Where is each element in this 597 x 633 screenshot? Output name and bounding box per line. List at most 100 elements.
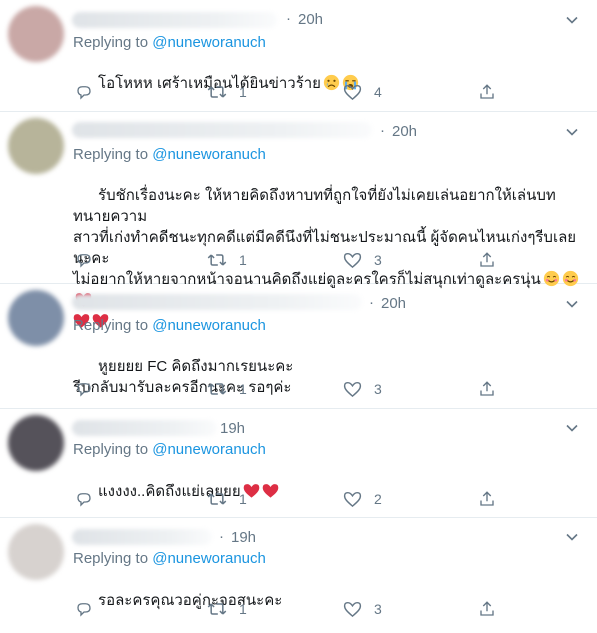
heart-icon bbox=[343, 381, 362, 398]
replying-to-label: Replying to bbox=[73, 550, 149, 567]
avatar[interactable] bbox=[8, 415, 64, 471]
retweet-count: 1 bbox=[239, 252, 247, 268]
replying-to: Replying to @nuneworanuch bbox=[73, 441, 266, 458]
tweet[interactable]: · 20h Replying to @nuneworanuch รับชักเร… bbox=[0, 112, 597, 328]
blurred-username[interactable] bbox=[72, 529, 212, 545]
replying-to: Replying to @nuneworanuch bbox=[73, 146, 266, 163]
chevron-down-icon[interactable] bbox=[565, 421, 579, 435]
like-button[interactable]: 2 bbox=[343, 490, 382, 508]
like-button[interactable]: 3 bbox=[343, 380, 382, 398]
reply-handle-link[interactable]: @nuneworanuch bbox=[152, 34, 266, 51]
like-button[interactable]: 4 bbox=[343, 83, 382, 101]
reply-icon bbox=[77, 86, 91, 100]
like-button[interactable]: 3 bbox=[343, 251, 382, 269]
blurred-username[interactable] bbox=[72, 122, 372, 138]
share-icon bbox=[480, 381, 494, 396]
separator-dot: · bbox=[380, 122, 385, 139]
chevron-down-icon[interactable] bbox=[565, 125, 579, 139]
retweet-count: 1 bbox=[239, 491, 247, 507]
replying-to-label: Replying to bbox=[73, 34, 149, 51]
blurred-username[interactable] bbox=[72, 12, 277, 28]
tweet-actions: 1 2 bbox=[73, 490, 523, 510]
replying-to: Replying to @nuneworanuch bbox=[73, 34, 266, 51]
timestamp[interactable]: 20h bbox=[298, 11, 323, 28]
tweet-text: หูยยยย FC คิดถึงมากเรยนะคะ รีบกลับมารับล… bbox=[73, 335, 583, 419]
reply-button[interactable] bbox=[75, 600, 105, 618]
replying-to-label: Replying to bbox=[73, 441, 149, 458]
tweet-actions: 1 3 bbox=[73, 380, 523, 400]
like-button[interactable]: 3 bbox=[343, 600, 382, 618]
share-button[interactable] bbox=[478, 83, 496, 101]
avatar[interactable] bbox=[8, 6, 64, 62]
like-count: 3 bbox=[374, 601, 382, 617]
retweet-button[interactable]: 1 bbox=[207, 490, 247, 508]
separator-dot: · bbox=[219, 528, 224, 545]
replying-to: Replying to @nuneworanuch bbox=[73, 317, 266, 334]
chevron-down-icon[interactable] bbox=[565, 297, 579, 311]
reply-feed: · 20h Replying to @nuneworanuch โอโหหห เ… bbox=[0, 0, 597, 633]
like-count: 3 bbox=[374, 252, 382, 268]
reply-button[interactable] bbox=[75, 251, 105, 269]
share-button[interactable] bbox=[478, 600, 496, 618]
reply-button[interactable] bbox=[75, 83, 105, 101]
heart-icon bbox=[343, 84, 362, 101]
timestamp[interactable]: 20h bbox=[381, 295, 406, 312]
like-count: 2 bbox=[374, 491, 382, 507]
retweet-icon bbox=[207, 493, 227, 505]
retweet-count: 1 bbox=[239, 381, 247, 397]
timestamp[interactable]: 19h bbox=[220, 420, 245, 437]
tweet-text-body: รับชักเรื่องนะคะ ให้หายคิดถึงหาบทที่ถูกใ… bbox=[73, 187, 577, 288]
reply-handle-link[interactable]: @nuneworanuch bbox=[152, 441, 266, 458]
avatar[interactable] bbox=[8, 118, 64, 174]
reply-button[interactable] bbox=[75, 380, 105, 398]
replying-to-label: Replying to bbox=[73, 317, 149, 334]
reply-button[interactable] bbox=[75, 490, 105, 508]
like-count: 4 bbox=[374, 84, 382, 100]
like-count: 3 bbox=[374, 381, 382, 397]
retweet-button[interactable]: 1 bbox=[207, 83, 247, 101]
reply-icon bbox=[77, 493, 91, 507]
share-icon bbox=[480, 491, 494, 506]
share-icon bbox=[480, 252, 494, 267]
share-button[interactable] bbox=[478, 251, 496, 269]
retweet-button[interactable]: 1 bbox=[207, 380, 247, 398]
timestamp[interactable]: 19h bbox=[231, 529, 256, 546]
timestamp[interactable]: 20h bbox=[392, 123, 417, 140]
avatar[interactable] bbox=[8, 524, 64, 580]
tweet-actions: 1 4 bbox=[73, 83, 523, 103]
replying-to-label: Replying to bbox=[73, 146, 149, 163]
share-icon bbox=[480, 84, 494, 99]
retweet-icon bbox=[207, 86, 227, 98]
retweet-count: 1 bbox=[239, 84, 247, 100]
retweet-icon bbox=[207, 254, 227, 266]
share-button[interactable] bbox=[478, 490, 496, 508]
heart-icon bbox=[343, 601, 362, 618]
separator-dot: · bbox=[369, 294, 374, 311]
reply-handle-link[interactable]: @nuneworanuch bbox=[152, 317, 266, 334]
tweet[interactable]: · 20h Replying to @nuneworanuch โอโหหห เ… bbox=[0, 0, 597, 112]
reply-handle-link[interactable]: @nuneworanuch bbox=[152, 146, 266, 163]
retweet-icon bbox=[207, 603, 227, 615]
heart-icon bbox=[343, 491, 362, 508]
share-icon bbox=[480, 601, 494, 616]
reply-handle-link[interactable]: @nuneworanuch bbox=[152, 550, 266, 567]
chevron-down-icon[interactable] bbox=[565, 13, 579, 27]
reply-icon bbox=[77, 383, 91, 397]
reply-icon bbox=[77, 254, 91, 268]
share-button[interactable] bbox=[478, 380, 496, 398]
separator-dot: · bbox=[286, 10, 291, 27]
retweet-count: 1 bbox=[239, 601, 247, 617]
tweet[interactable]: · 19h Replying to @nuneworanuch รอละครคุ… bbox=[0, 518, 597, 633]
tweet[interactable]: 19h Replying to @nuneworanuch แงงงง..คิด… bbox=[0, 409, 597, 518]
chevron-down-icon[interactable] bbox=[565, 530, 579, 544]
tweet-actions: 1 3 bbox=[73, 600, 523, 620]
retweet-icon bbox=[207, 383, 227, 395]
blurred-username[interactable] bbox=[72, 420, 217, 436]
avatar[interactable] bbox=[8, 290, 64, 346]
blurred-username[interactable] bbox=[72, 294, 362, 310]
tweet-actions: 1 3 bbox=[73, 251, 523, 271]
reply-icon bbox=[77, 603, 91, 617]
retweet-button[interactable]: 1 bbox=[207, 600, 247, 618]
retweet-button[interactable]: 1 bbox=[207, 251, 247, 269]
tweet[interactable]: · 20h Replying to @nuneworanuch หูยยยย F… bbox=[0, 284, 597, 409]
